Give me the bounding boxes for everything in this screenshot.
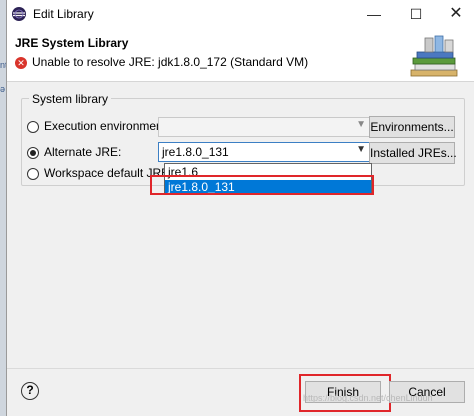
eclipse-icon xyxy=(12,7,26,21)
execution-environment-combo[interactable]: ▼ xyxy=(158,117,370,137)
library-books-icon xyxy=(410,35,458,77)
annotation-highlight-box xyxy=(150,175,374,195)
alternate-jre-label: Alternate JRE: xyxy=(44,145,122,159)
window-title: Edit Library xyxy=(33,7,94,21)
title-bar: Edit Library — ☐ ✕ xyxy=(7,0,474,28)
alternate-jre-combo[interactable]: jre1.8.0_131 ▼ xyxy=(158,142,370,162)
edit-library-dialog: Edit Library — ☐ ✕ JRE System Library ✕ … xyxy=(6,0,474,416)
watermark-text: https://blog.csdn.net/chenLindun xyxy=(303,393,433,403)
chevron-down-icon: ▼ xyxy=(356,119,366,130)
error-icon: ✕ xyxy=(15,57,27,69)
workspace-default-radio[interactable] xyxy=(27,168,39,180)
help-button[interactable]: ? xyxy=(21,382,39,400)
alternate-jre-value: jre1.8.0_131 xyxy=(162,145,229,159)
execution-environment-radio[interactable] xyxy=(27,121,39,133)
alternate-jre-radio[interactable] xyxy=(27,147,39,159)
installed-jres-button[interactable]: Installed JREs... xyxy=(369,142,457,164)
group-label: System library xyxy=(29,92,112,106)
dialog-header: JRE System Library ✕ Unable to resolve J… xyxy=(7,28,474,82)
background-text: ə xyxy=(0,84,6,94)
header-title: JRE System Library xyxy=(15,36,129,50)
environments-button[interactable]: Environments... xyxy=(369,116,455,138)
close-button[interactable]: ✕ xyxy=(439,2,473,26)
error-message: Unable to resolve JRE: jdk1.8.0_172 (Sta… xyxy=(32,55,309,69)
execution-environment-label: Execution environment: xyxy=(44,119,170,133)
maximize-button[interactable]: ☐ xyxy=(399,2,433,26)
chevron-down-icon: ▼ xyxy=(356,144,366,155)
footer-separator xyxy=(7,368,474,369)
minimize-button[interactable]: — xyxy=(357,2,391,26)
